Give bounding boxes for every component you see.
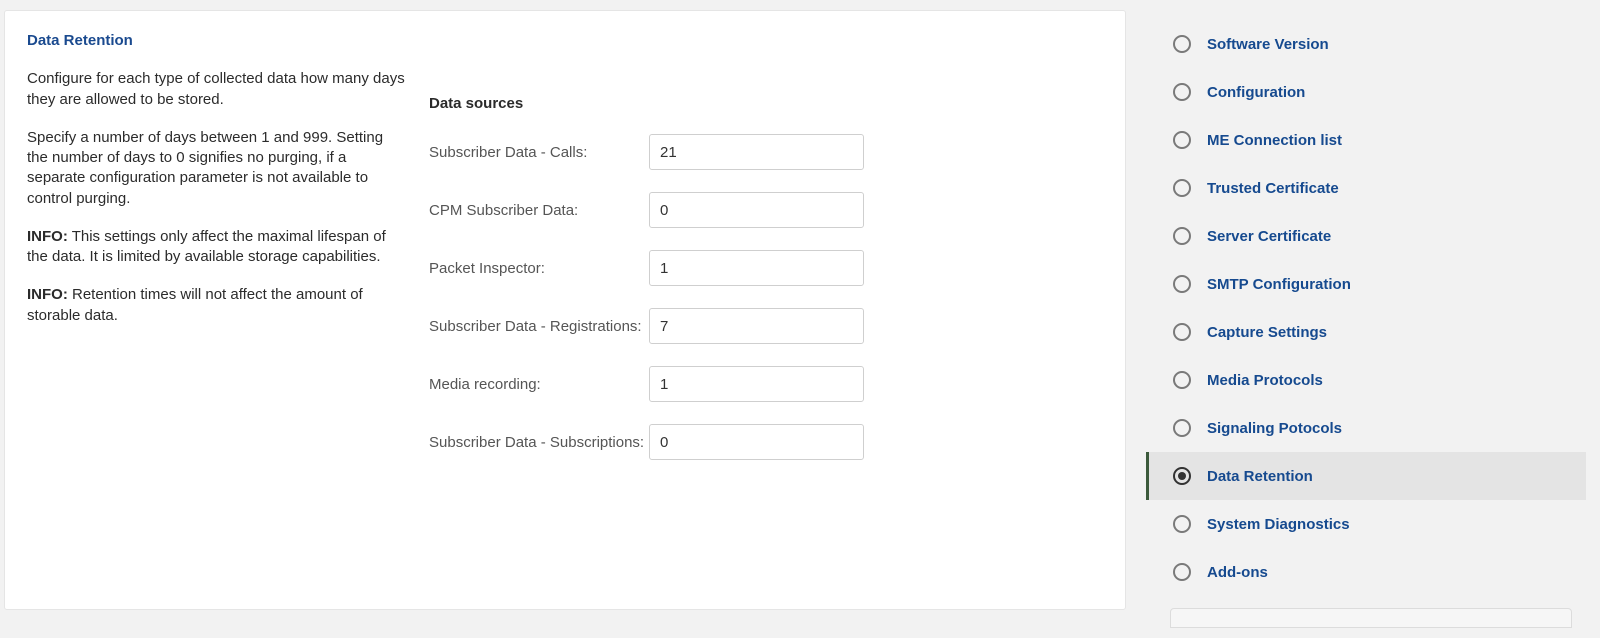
- radio-icon: [1173, 179, 1191, 197]
- info-label: INFO:: [27, 228, 68, 245]
- subscriber-calls-input[interactable]: [649, 134, 864, 170]
- nav-item-label: Trusted Certificate: [1207, 180, 1339, 197]
- nav-item-signaling-protocols[interactable]: Signaling Potocols: [1146, 404, 1586, 452]
- radio-icon: [1173, 371, 1191, 389]
- nav-item-label: Add-ons: [1207, 564, 1268, 581]
- field-label: CPM Subscriber Data:: [429, 192, 649, 221]
- radio-icon: [1173, 131, 1191, 149]
- page-title: Data Retention: [27, 31, 407, 51]
- nav-item-label: SMTP Configuration: [1207, 276, 1351, 293]
- nav-item-label: Data Retention: [1207, 468, 1313, 485]
- description-paragraph-1: Configure for each type of collected dat…: [27, 69, 407, 110]
- radio-icon: [1173, 563, 1191, 581]
- nav-item-data-retention[interactable]: Data Retention: [1146, 452, 1586, 500]
- field-subscriber-subscriptions: Subscriber Data - Subscriptions:: [429, 424, 1103, 460]
- info-line-2: INFO: Retention times will not affect th…: [27, 285, 407, 326]
- cpm-subscriber-input[interactable]: [649, 192, 864, 228]
- description-paragraph-2: Specify a number of days between 1 and 9…: [27, 128, 407, 209]
- field-label: Media recording:: [429, 366, 649, 395]
- nav-item-label: System Diagnostics: [1207, 516, 1350, 533]
- nav-item-system-diagnostics[interactable]: System Diagnostics: [1146, 500, 1586, 548]
- radio-icon: [1173, 35, 1191, 53]
- main-card: Data Retention Configure for each type o…: [4, 10, 1126, 610]
- form-column: Data sources Subscriber Data - Calls: CP…: [429, 31, 1103, 482]
- nav-item-label: Signaling Potocols: [1207, 420, 1342, 437]
- field-cpm-subscriber: CPM Subscriber Data:: [429, 192, 1103, 228]
- packet-inspector-input[interactable]: [649, 250, 864, 286]
- subscriber-registrations-input[interactable]: [649, 308, 864, 344]
- nav-item-label: Server Certificate: [1207, 228, 1331, 245]
- subscriber-subscriptions-input[interactable]: [649, 424, 864, 460]
- field-label: Subscriber Data - Subscriptions:: [429, 424, 649, 453]
- field-subscriber-calls: Subscriber Data - Calls:: [429, 134, 1103, 170]
- radio-icon: [1173, 419, 1191, 437]
- radio-icon: [1173, 275, 1191, 293]
- form-heading: Data sources: [429, 95, 1103, 112]
- radio-icon: [1173, 83, 1191, 101]
- radio-icon: [1173, 323, 1191, 341]
- nav-item-smtp-configuration[interactable]: SMTP Configuration: [1146, 260, 1586, 308]
- field-label: Subscriber Data - Registrations:: [429, 308, 649, 337]
- field-media-recording: Media recording:: [429, 366, 1103, 402]
- field-subscriber-registrations: Subscriber Data - Registrations:: [429, 308, 1103, 344]
- radio-icon: [1173, 467, 1191, 485]
- description-column: Data Retention Configure for each type o…: [27, 31, 407, 482]
- nav-item-label: Configuration: [1207, 84, 1305, 101]
- radio-icon: [1173, 515, 1191, 533]
- nav-item-configuration[interactable]: Configuration: [1146, 68, 1586, 116]
- field-label: Packet Inspector:: [429, 250, 649, 279]
- info-text: Retention times will not affect the amou…: [27, 286, 363, 323]
- nav-item-label: Capture Settings: [1207, 324, 1327, 341]
- nav-item-label: ME Connection list: [1207, 132, 1342, 149]
- media-recording-input[interactable]: [649, 366, 864, 402]
- info-text: This settings only affect the maximal li…: [27, 228, 386, 265]
- nav-item-trusted-certificate[interactable]: Trusted Certificate: [1146, 164, 1586, 212]
- side-nav: Software Version Configuration ME Connec…: [1146, 10, 1586, 628]
- nav-item-media-protocols[interactable]: Media Protocols: [1146, 356, 1586, 404]
- nav-item-add-ons[interactable]: Add-ons: [1146, 548, 1586, 596]
- collapsed-panel[interactable]: [1170, 608, 1572, 628]
- nav-item-server-certificate[interactable]: Server Certificate: [1146, 212, 1586, 260]
- info-label: INFO:: [27, 286, 68, 303]
- nav-item-label: Software Version: [1207, 36, 1329, 53]
- nav-item-software-version[interactable]: Software Version: [1146, 20, 1586, 68]
- nav-item-label: Media Protocols: [1207, 372, 1323, 389]
- nav-item-capture-settings[interactable]: Capture Settings: [1146, 308, 1586, 356]
- field-label: Subscriber Data - Calls:: [429, 134, 649, 163]
- field-packet-inspector: Packet Inspector:: [429, 250, 1103, 286]
- radio-icon: [1173, 227, 1191, 245]
- nav-item-me-connection-list[interactable]: ME Connection list: [1146, 116, 1586, 164]
- info-line-1: INFO: This settings only affect the maxi…: [27, 227, 407, 268]
